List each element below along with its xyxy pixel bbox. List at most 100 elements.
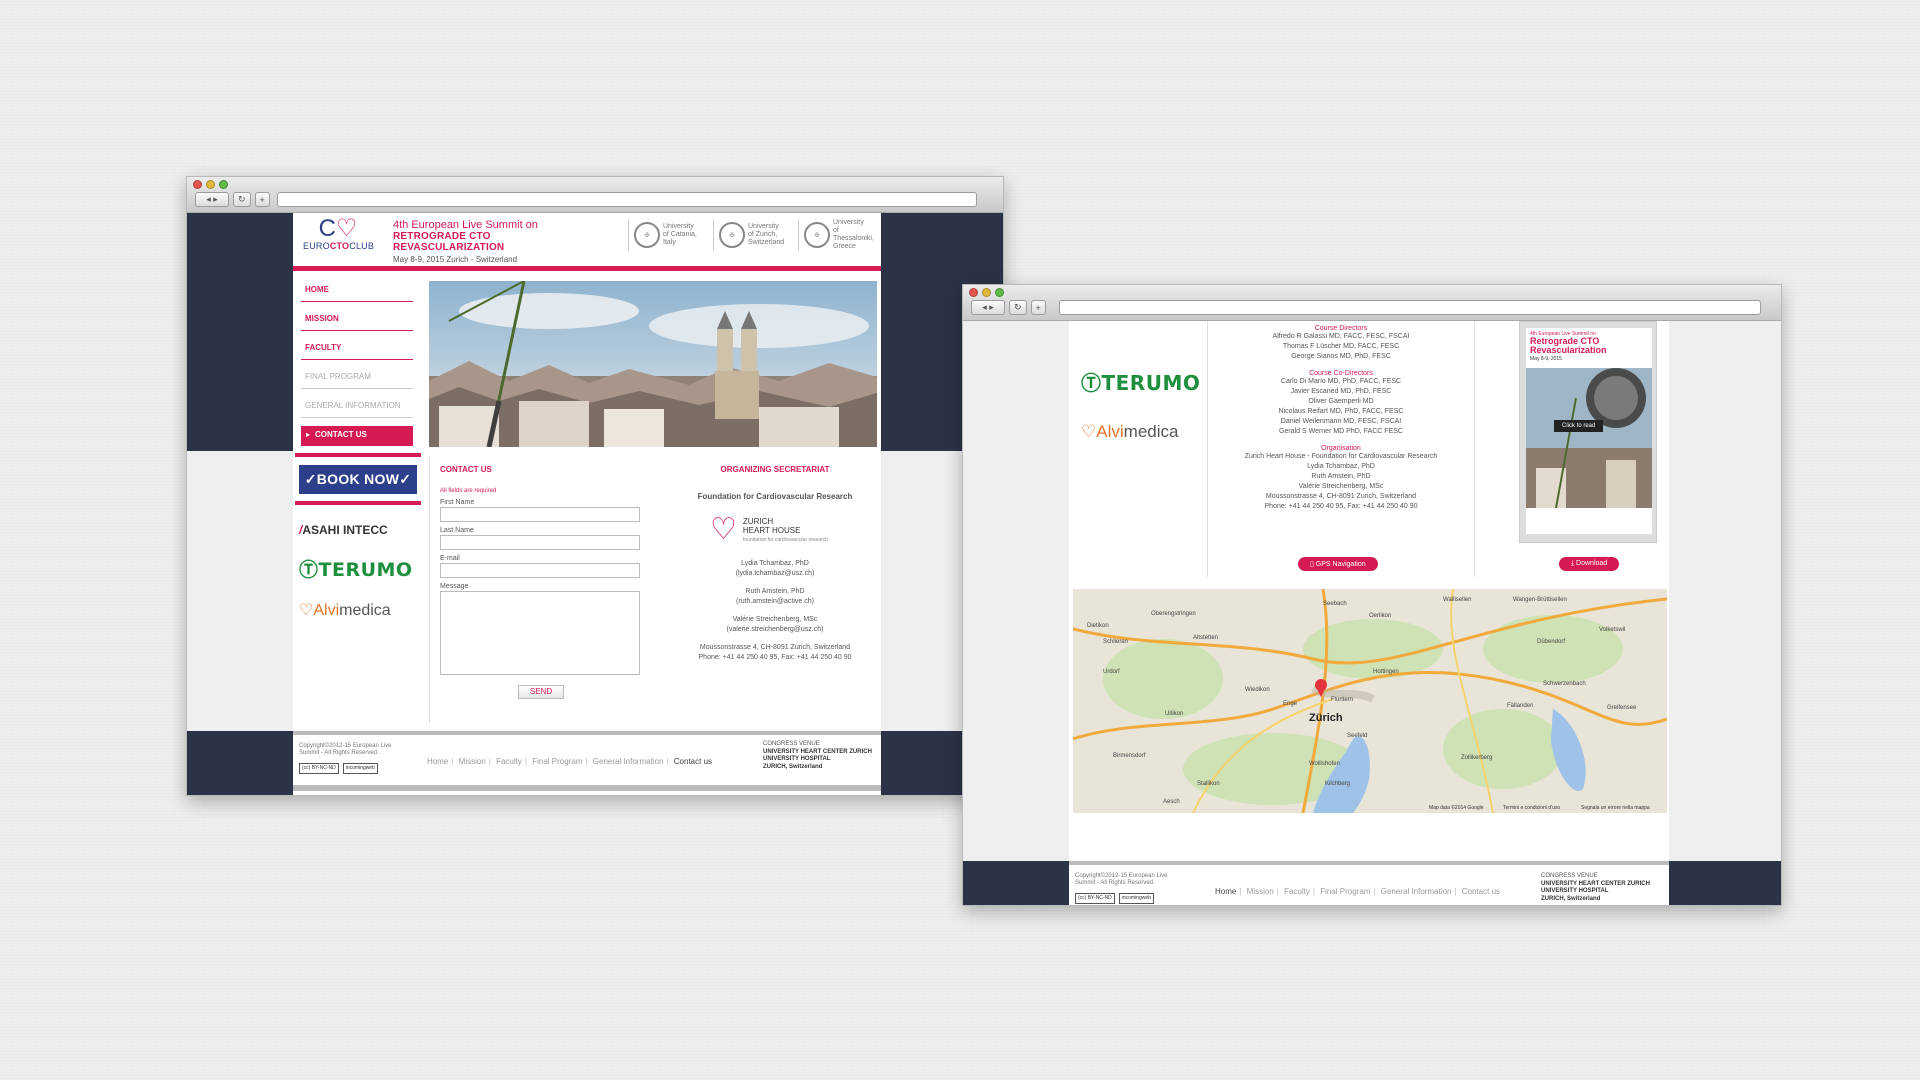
- svg-text:Schlieren: Schlieren: [1103, 639, 1128, 645]
- footer-link-final-program[interactable]: Final Program: [532, 757, 582, 766]
- footer-link-home[interactable]: Home: [427, 757, 448, 766]
- footer-link-mission[interactable]: Mission: [459, 757, 486, 766]
- new-tab-icon[interactable]: +: [1030, 300, 1046, 315]
- university-catania: ✠ University of Catania, Italy: [628, 219, 707, 251]
- browser-nav-buttons: ◂ ▸ ↻ +: [971, 300, 1046, 315]
- svg-text:Zollikerberg: Zollikerberg: [1461, 755, 1492, 761]
- nav-item-faculty[interactable]: FACULTY: [301, 339, 413, 360]
- site-footer: Copyright©2012-15 European Live Summit -…: [1069, 861, 1669, 905]
- organisation: Organisation Zurich Heart House - Founda…: [1244, 445, 1438, 510]
- alvimedica-heart-icon: ♡: [299, 602, 314, 619]
- footer-link-general-information[interactable]: General Information: [1381, 887, 1452, 896]
- footer-link-final-program[interactable]: Final Program: [1320, 887, 1370, 896]
- svg-text:Birmensdorf: Birmensdorf: [1113, 753, 1146, 759]
- browser-nav-buttons: ◂ ▸ ↻ +: [195, 192, 270, 207]
- reload-icon[interactable]: ↻: [1009, 300, 1027, 315]
- first-name-field[interactable]: [440, 507, 640, 522]
- sponsors-column: ⓉTERUMO ♡Alvimedica: [1077, 349, 1201, 442]
- minimize-window-button[interactable]: [206, 180, 215, 189]
- course-co-directors: Course Co-Directors Carlo Di Mario MD, P…: [1278, 370, 1404, 435]
- browser-window-contact: ◂ ▸ ↻ + C♡ EUROCTOCLUB 4th European Live…: [186, 176, 1004, 796]
- last-name-field[interactable]: [440, 535, 640, 550]
- footer-link-faculty[interactable]: Faculty: [496, 757, 522, 766]
- new-tab-icon[interactable]: +: [254, 192, 270, 207]
- university-logos: ✠ University of Catania, Italy ✠ Universit…: [628, 219, 877, 251]
- zurich-map[interactable]: Zürich Wallisellen Dietikon Oberengstrin…: [1073, 589, 1667, 813]
- send-button[interactable]: SEND: [518, 685, 564, 699]
- page-container: ⓉTERUMO ♡Alvimedica Course Directors Alf…: [1069, 321, 1669, 905]
- footer-link-contact-us[interactable]: Contact us: [1462, 887, 1500, 896]
- book-now-button[interactable]: ✓BOOK NOW✓: [295, 453, 421, 505]
- university-seal-icon: ✠: [719, 222, 745, 248]
- svg-text:Wollishofen: Wollishofen: [1309, 761, 1340, 767]
- terumo-logo[interactable]: ⓉTERUMO: [1077, 367, 1201, 396]
- back-forward-icon[interactable]: ◂ ▸: [195, 192, 229, 207]
- reload-icon[interactable]: ↻: [233, 192, 251, 207]
- message-field[interactable]: [440, 591, 640, 675]
- email-label: E-mail: [440, 555, 460, 562]
- browser-viewport: C♡ EUROCTOCLUB 4th European Live Summit …: [187, 213, 1003, 795]
- email-field[interactable]: [440, 563, 640, 578]
- address-bar[interactable]: [277, 192, 977, 207]
- course-directors: Course Directors Alfredo R Galassi MD, F…: [1272, 325, 1410, 360]
- cc-license-badge[interactable]: (cc) BY-NC-ND: [299, 763, 339, 774]
- contact-person: Ruth Amstein, PhD (ruth.amstein@active.ch…: [736, 588, 814, 605]
- nav-item-final-program[interactable]: FINAL PROGRAM: [301, 368, 413, 389]
- footer-link-mission[interactable]: Mission: [1247, 887, 1274, 896]
- download-button[interactable]: ⤓ Download: [1559, 557, 1620, 571]
- required-note: All fields are required: [440, 488, 497, 494]
- address-bar[interactable]: [1059, 300, 1761, 315]
- footer-links: Home | Mission | Faculty | Final Program | G…: [1215, 887, 1501, 896]
- footer-links: Home | Mission | Faculty | Final Program | G…: [427, 757, 713, 766]
- poster-thumbnail[interactable]: 4th European Live Summit on Retrograde C…: [1519, 321, 1657, 543]
- footer-link-general-information[interactable]: General Information: [593, 757, 664, 766]
- close-window-button[interactable]: [193, 180, 202, 189]
- svg-text:Urdorf: Urdorf: [1103, 669, 1120, 675]
- incomingweb-badge[interactable]: incomingweb: [342, 763, 378, 774]
- svg-text:Dietikon: Dietikon: [1087, 623, 1109, 629]
- nav-item-contact-us[interactable]: CONTACT US: [301, 426, 413, 446]
- summit-title: 4th European Live Summit on RETROGRADE C…: [393, 219, 538, 264]
- nav-item-mission[interactable]: MISSION: [301, 310, 413, 331]
- terumo-logo[interactable]: ⓉTERUMO: [295, 555, 421, 582]
- first-name-label: First Name: [440, 499, 475, 506]
- poster-image: [1526, 368, 1652, 508]
- secretariat-address: Moussonstrasse 4, CH-8091 Zurich, Switze…: [698, 644, 852, 661]
- sponsors-column: ✓BOOK NOW✓ /ASAHI INTECC ⓉTERUMO ♡Alvime…: [295, 453, 421, 620]
- svg-text:Termini e condizioni d'uso: Termini e condizioni d'uso: [1503, 805, 1560, 811]
- incomingweb-badge[interactable]: incomingweb: [1118, 893, 1154, 904]
- gps-navigation-button[interactable]: ▯ GPS Navigation: [1298, 557, 1378, 571]
- terumo-t-icon: Ⓣ: [1081, 371, 1102, 395]
- cc-license-badge[interactable]: (cc) BY-NC-ND: [1075, 893, 1115, 904]
- footer-link-home[interactable]: Home: [1215, 887, 1236, 896]
- svg-text:Uitikon: Uitikon: [1165, 711, 1183, 717]
- congress-venue: CONGRESS VENUE UNIVERSITY HEART CENTER Z…: [1541, 873, 1650, 902]
- university-zurich: ✠ University of Zurich, Switzerland: [713, 219, 792, 251]
- university-seal-icon: ✠: [634, 222, 660, 248]
- zurich-heart-house-logo[interactable]: ♡ ZURICH HEART HOUSE foundation for cardio…: [710, 515, 840, 545]
- footer-link-contact-us[interactable]: Contact us: [674, 757, 712, 766]
- svg-text:Segnala un errore nella mappa: Segnala un errore nella mappa: [1581, 805, 1650, 811]
- svg-text:Wiedikon: Wiedikon: [1245, 687, 1270, 693]
- asahi-intecc-logo[interactable]: /ASAHI INTECC: [295, 523, 421, 537]
- click-to-read-button[interactable]: Click to read: [1554, 420, 1604, 432]
- site-header: C♡ EUROCTOCLUB 4th European Live Summit …: [293, 213, 881, 271]
- close-window-button[interactable]: [969, 288, 978, 297]
- map-city-label: Zürich: [1309, 712, 1343, 724]
- alvimedica-logo[interactable]: ♡Alvimedica: [295, 600, 421, 620]
- alvimedica-logo[interactable]: ♡Alvimedica: [1077, 422, 1201, 442]
- svg-text:Dübendorf: Dübendorf: [1537, 639, 1565, 645]
- svg-text:Oberengstringen: Oberengstringen: [1151, 611, 1196, 617]
- alvimedica-heart-icon: ♡: [1081, 422, 1097, 441]
- zoom-window-button[interactable]: [219, 180, 228, 189]
- nav-item-home[interactable]: HOME: [301, 281, 413, 302]
- minimize-window-button[interactable]: [982, 288, 991, 297]
- euro-cto-club-logo[interactable]: C♡ EUROCTOCLUB: [303, 217, 374, 252]
- contact-title: CONTACT US: [440, 465, 492, 474]
- footer-link-faculty[interactable]: Faculty: [1284, 887, 1310, 896]
- zoom-window-button[interactable]: [995, 288, 1004, 297]
- browser-chrome: ◂ ▸ ↻ +: [963, 285, 1781, 321]
- svg-text:Seefeld: Seefeld: [1347, 733, 1367, 739]
- back-forward-icon[interactable]: ◂ ▸: [971, 300, 1005, 315]
- nav-item-general-information[interactable]: GENERAL INFORMATION: [301, 397, 413, 418]
